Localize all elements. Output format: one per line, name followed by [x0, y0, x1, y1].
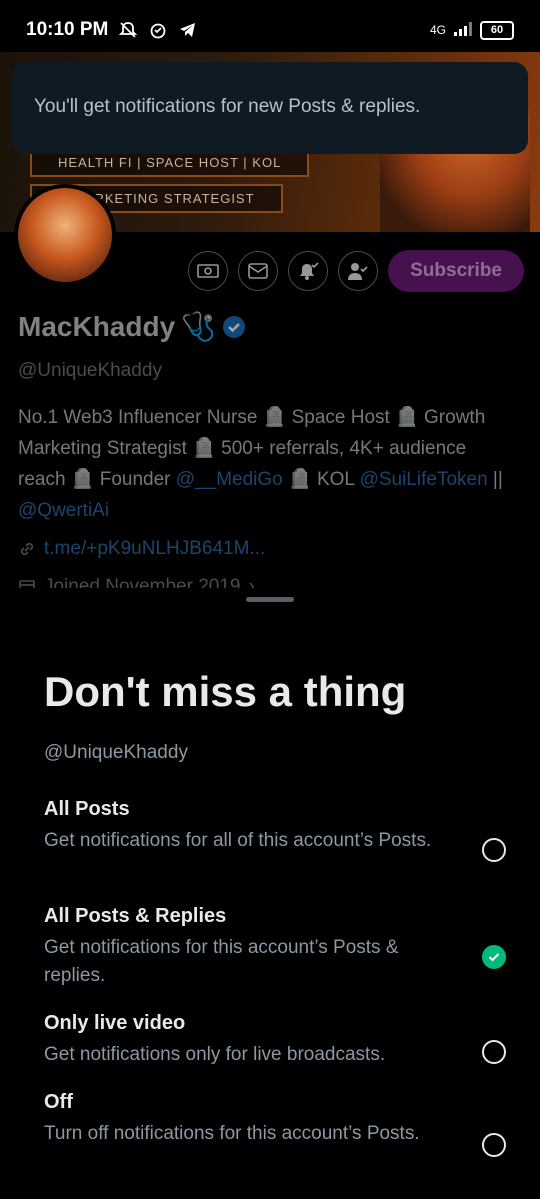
sheet-handle: @UniqueKhaddy	[44, 742, 188, 763]
avatar[interactable]	[14, 184, 116, 286]
option-all-posts-replies[interactable]: All Posts & Replies Get notifications fo…	[44, 905, 514, 990]
bell-check-icon	[300, 262, 319, 280]
message-button[interactable]	[238, 251, 279, 291]
battery-icon: 60	[480, 20, 514, 40]
profile-handle: @UniqueKhaddy	[18, 360, 162, 381]
profile-link[interactable]: t.me/+pK9uNLHJB641M...	[18, 538, 265, 560]
envelope-icon	[248, 263, 268, 279]
radio-only-live-video[interactable]	[482, 1040, 506, 1064]
alarm-icon	[148, 20, 168, 40]
profile-link-text[interactable]: t.me/+pK9uNLHJB641M...	[44, 538, 265, 560]
muted-notification-icon	[118, 20, 138, 40]
radio-off[interactable]	[482, 1133, 506, 1157]
notifications-button[interactable]	[288, 251, 329, 291]
sheet-title: Don't miss a thing	[44, 668, 407, 715]
notification-toast: You'll get notifications for new Posts &…	[12, 62, 528, 154]
person-check-icon	[348, 263, 368, 280]
money-icon	[197, 264, 219, 278]
mention-suilifetoken[interactable]: @SuiLifeToken	[360, 469, 488, 490]
radio-all-posts[interactable]	[482, 838, 506, 862]
mention-qwertiai[interactable]: @QwertiAi	[18, 500, 109, 521]
profile-header: Subscribe MacKhaddy 🩺 @UniqueKhaddy No.1…	[0, 232, 540, 600]
check-icon	[488, 953, 500, 962]
bio-text-2: 🪦 KOL	[282, 469, 360, 490]
verified-badge-icon	[223, 315, 246, 338]
option-only-live-video[interactable]: Only live video Get notifications only f…	[44, 1012, 514, 1069]
notification-settings-sheet: Don't miss a thing @UniqueKhaddy All Pos…	[0, 588, 540, 1199]
option-title: Only live video	[44, 1012, 186, 1034]
option-desc: Get notifications only for live broadcas…	[44, 1044, 386, 1065]
profile-name: MacKhaddy 🩺	[18, 310, 246, 343]
subscribe-button[interactable]: Subscribe	[388, 250, 524, 292]
option-title: All Posts & Replies	[44, 905, 227, 927]
option-desc: Get notifications for this account’s Pos…	[44, 937, 399, 986]
bio-text-3: ||	[487, 469, 503, 490]
option-title: All Posts	[44, 798, 130, 820]
signal-icon	[454, 21, 472, 39]
status-bar: 10:10 PM 4G 60	[0, 0, 540, 60]
telegram-icon	[178, 20, 198, 40]
profile-actions: Subscribe	[188, 250, 524, 292]
option-all-posts[interactable]: All Posts Get notifications for all of t…	[44, 798, 514, 862]
mention-medigo[interactable]: @__MediGo	[176, 469, 283, 490]
following-button[interactable]	[338, 251, 379, 291]
sheet-drag-handle[interactable]	[246, 597, 294, 602]
link-icon	[20, 542, 34, 556]
profile-bio: No.1 Web3 Influencer Nurse 🪦 Space Host …	[18, 402, 518, 526]
clock: 10:10 PM	[26, 19, 109, 40]
option-desc: Get notifications for all of this accoun…	[44, 830, 432, 851]
option-off[interactable]: Off Turn off notifications for this acco…	[44, 1091, 514, 1157]
option-desc: Turn off notifications for this account’…	[44, 1123, 420, 1144]
network-type: 4G	[429, 23, 446, 37]
option-title: Off	[44, 1091, 73, 1113]
radio-all-posts-replies[interactable]	[482, 945, 506, 969]
profile-name-text: MacKhaddy	[18, 310, 176, 342]
stethoscope-icon: 🩺	[181, 311, 217, 342]
tip-button[interactable]	[188, 251, 229, 291]
